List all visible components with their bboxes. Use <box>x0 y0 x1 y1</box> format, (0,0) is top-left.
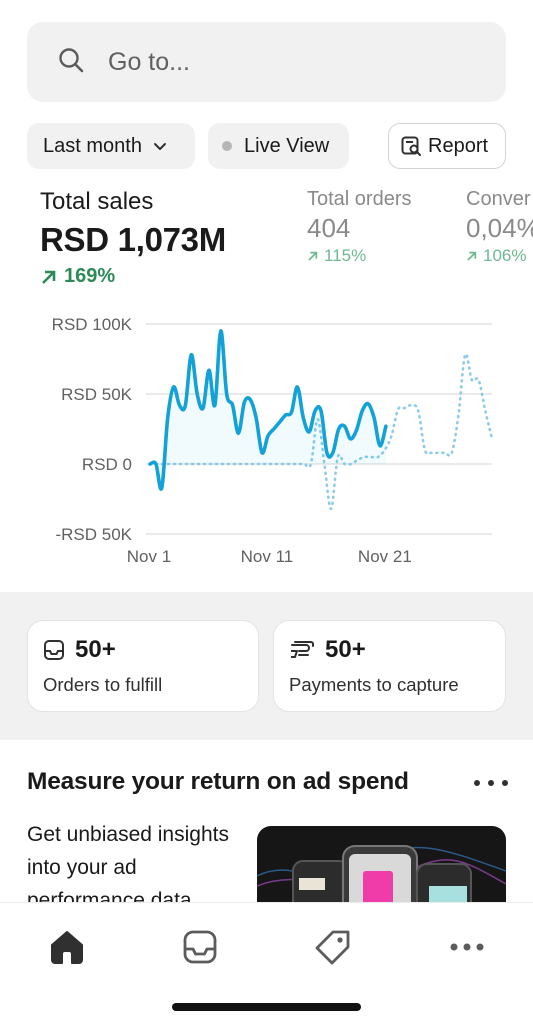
metric-label: Total sales <box>40 188 154 215</box>
report-button[interactable]: Report <box>388 123 506 169</box>
metric-value: 404 <box>307 213 351 243</box>
more-options-icon <box>502 780 508 786</box>
date-range-button[interactable]: Last month <box>27 123 195 169</box>
payments-to-capture-card[interactable]: 50+ Payments to capture <box>273 620 506 712</box>
cash-icon <box>291 641 314 658</box>
more-options-icon <box>474 780 480 786</box>
metrics-row: Total sales RSD 1,073M 169% Total orders… <box>0 186 533 306</box>
metric-value: RSD 1,073M <box>40 221 226 258</box>
chart-y-tick-label: -RSD 50K <box>55 525 132 544</box>
chart-x-tick-label: Nov 11 <box>241 547 294 566</box>
search-input[interactable]: Go to... <box>108 48 190 77</box>
report-icon <box>401 136 421 156</box>
metric-change-value: 115% <box>324 246 367 265</box>
metric-total-orders[interactable]: Total orders 404 115% <box>307 186 412 266</box>
card-label: Orders to fulfill <box>43 674 163 695</box>
orders-to-fulfill-card[interactable]: 50+ Orders to fulfill <box>27 620 259 712</box>
promo-image[interactable] <box>257 826 506 902</box>
sales-chart[interactable]: RSD 100K RSD 50K RSD 0 -RSD 50K Nov 1 Nov 11 N… <box>0 306 533 574</box>
arrow-up-right-icon <box>308 251 318 261</box>
products-icon <box>315 930 350 965</box>
chart-x-tick-label: Nov 1 <box>127 547 171 566</box>
home-indicator[interactable] <box>172 1003 361 1011</box>
more-options-icon <box>488 780 494 786</box>
search-icon <box>57 46 85 79</box>
chart-y-tick-label: RSD 0 <box>82 455 132 474</box>
metric-change: 115% <box>307 246 412 266</box>
metric-label: Conver <box>466 188 531 210</box>
live-status-dot <box>222 141 232 151</box>
search-bar[interactable]: Go to... <box>27 22 506 102</box>
phones-illustration <box>257 845 506 902</box>
chevron-down-icon <box>153 143 166 150</box>
metric-value: 0,04% <box>466 213 533 243</box>
live-view-button[interactable]: Live View <box>208 123 349 169</box>
metric-change-value: 169% <box>64 265 116 287</box>
arrow-up-right-icon <box>42 270 56 284</box>
card-count: 50+ <box>75 636 116 663</box>
tab-home[interactable] <box>45 925 89 969</box>
orders-icon <box>183 930 217 964</box>
tab-more[interactable] <box>445 925 489 969</box>
inbox-icon <box>44 640 64 660</box>
report-label: Report <box>428 134 489 157</box>
date-range-label: Last month <box>43 134 142 157</box>
metric-conversion[interactable]: Conver 0,04% 106% <box>466 186 533 266</box>
more-icon <box>450 943 484 951</box>
metric-total-sales[interactable]: Total sales RSD 1,073M 169% <box>40 186 226 288</box>
card-count: 50+ <box>325 636 366 663</box>
home-icon <box>51 931 83 964</box>
filter-bar: Last month Live View Report <box>0 123 533 169</box>
chart-x-tick-label: Nov 21 <box>358 547 412 566</box>
arrow-up-right-icon <box>467 251 477 261</box>
more-options-button[interactable] <box>474 770 508 796</box>
promo-body: Get unbiased insights into your ad perfo… <box>27 823 229 902</box>
chart-y-tick-label: RSD 50K <box>61 385 133 404</box>
tab-orders[interactable] <box>178 925 222 969</box>
metric-change-value: 106% <box>483 246 527 265</box>
metric-label: Total orders <box>307 188 412 210</box>
chart-y-tick-label: RSD 100K <box>52 315 133 334</box>
metric-change: 169% <box>40 265 226 288</box>
promo-title: Measure your return on ad spend <box>27 768 409 795</box>
card-label: Payments to capture <box>289 674 459 695</box>
tab-products[interactable] <box>311 925 355 969</box>
metric-change: 106% <box>466 246 533 266</box>
live-view-label: Live View <box>244 134 330 157</box>
